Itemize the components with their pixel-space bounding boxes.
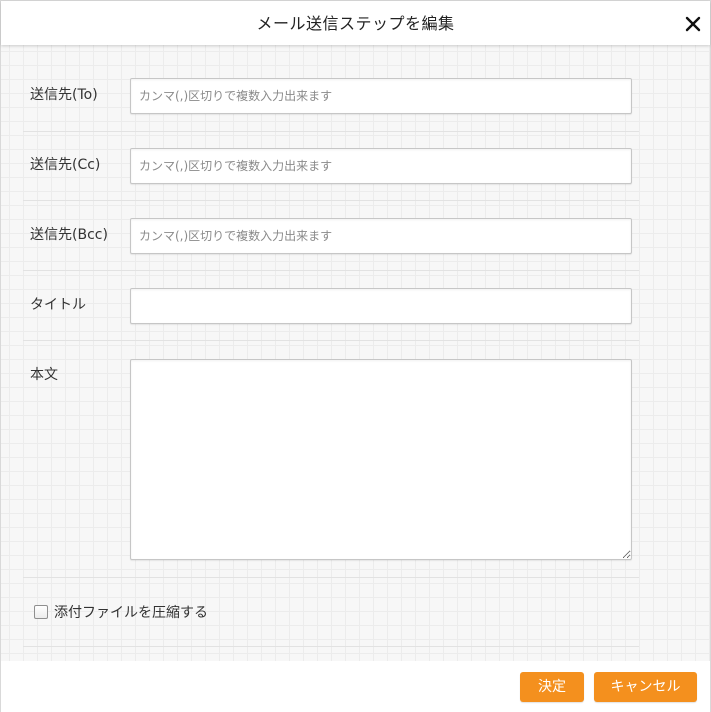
close-button[interactable] <box>682 13 704 35</box>
cancel-button[interactable]: キャンセル <box>594 672 697 702</box>
form-row-title: タイトル <box>23 271 639 341</box>
to-label: 送信先(To) <box>30 87 98 103</box>
bcc-label: 送信先(Bcc) <box>30 227 108 243</box>
title-label: タイトル <box>30 297 86 313</box>
body-label: 本文 <box>30 367 58 383</box>
cc-field[interactable] <box>130 148 632 184</box>
bcc-field[interactable] <box>130 218 632 254</box>
dialog-title: メール送信ステップを編集 <box>256 14 455 33</box>
form-row-cc: 送信先(Cc) <box>23 131 639 201</box>
form-row-bcc: 送信先(Bcc) <box>23 201 639 271</box>
edit-mail-step-dialog: メール送信ステップを編集 送信先(To) 送信先(Cc) 送信先(Bcc) タイ… <box>0 0 711 712</box>
title-field[interactable] <box>130 288 632 324</box>
form-row-compress <box>23 577 639 647</box>
body-textarea[interactable] <box>130 359 632 560</box>
ok-button[interactable]: 決定 <box>520 672 584 702</box>
close-icon <box>685 16 701 32</box>
dialog-body: 送信先(To) 送信先(Cc) 送信先(Bcc) タイトル 本文 添付ファイルを… <box>1 45 710 661</box>
cc-label: 送信先(Cc) <box>30 157 101 173</box>
to-field[interactable] <box>130 78 632 114</box>
form-row-body: 本文 <box>23 341 639 578</box>
dialog-footer: 決定 キャンセル <box>1 661 710 712</box>
form-row-to: 送信先(To) <box>23 45 639 132</box>
dialog-header: メール送信ステップを編集 <box>1 1 710 45</box>
